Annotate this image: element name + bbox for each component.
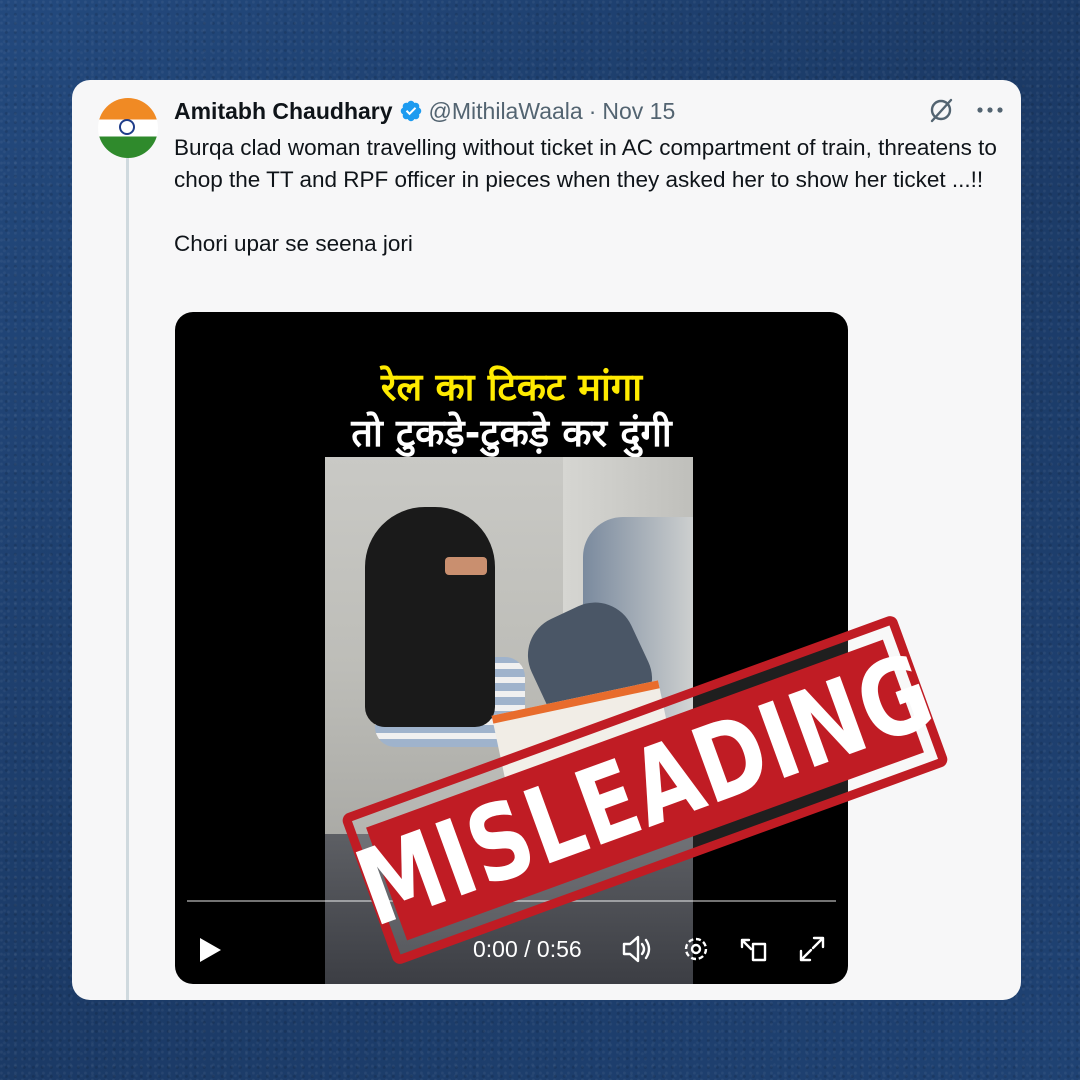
thread-line <box>126 158 129 1000</box>
verified-badge-icon[interactable] <box>399 99 423 123</box>
video-caption-line2: तो टुकड़े-टुकड़े कर दुंगी <box>351 411 672 455</box>
avatar[interactable] <box>98 98 158 158</box>
author-name[interactable]: Amitabh Chaudhary <box>174 98 393 125</box>
grok-icon[interactable] <box>927 96 955 124</box>
pip-icon[interactable] <box>739 934 769 964</box>
separator-dot: · <box>588 97 597 124</box>
video-caption-line1: रेल का टिकट मांगा <box>380 365 643 409</box>
settings-icon[interactable] <box>681 934 711 964</box>
tweet-text: Burqa clad woman travelling without tick… <box>174 132 1004 260</box>
post-date[interactable]: Nov 15 <box>602 98 675 125</box>
fullscreen-icon[interactable] <box>797 934 827 964</box>
india-flag-icon <box>119 119 135 135</box>
volume-icon[interactable] <box>621 934 653 964</box>
top-actions <box>927 96 1003 124</box>
passenger-burqa <box>365 507 495 727</box>
more-icon[interactable] <box>977 106 1003 114</box>
tweet-header: Amitabh Chaudhary @MithilaWaala · Nov 15 <box>174 96 675 126</box>
video-time: 0:00 / 0:56 <box>473 936 582 962</box>
video-controls: 0:00 / 0:56 <box>175 922 848 978</box>
passenger-face <box>445 557 487 575</box>
play-icon[interactable] <box>197 936 223 964</box>
author-handle[interactable]: @MithilaWaala <box>429 98 583 125</box>
tweet-text-main: Burqa clad woman travelling without tick… <box>174 135 997 192</box>
tweet-text-tagline: Chori upar se seena jori <box>174 231 413 256</box>
